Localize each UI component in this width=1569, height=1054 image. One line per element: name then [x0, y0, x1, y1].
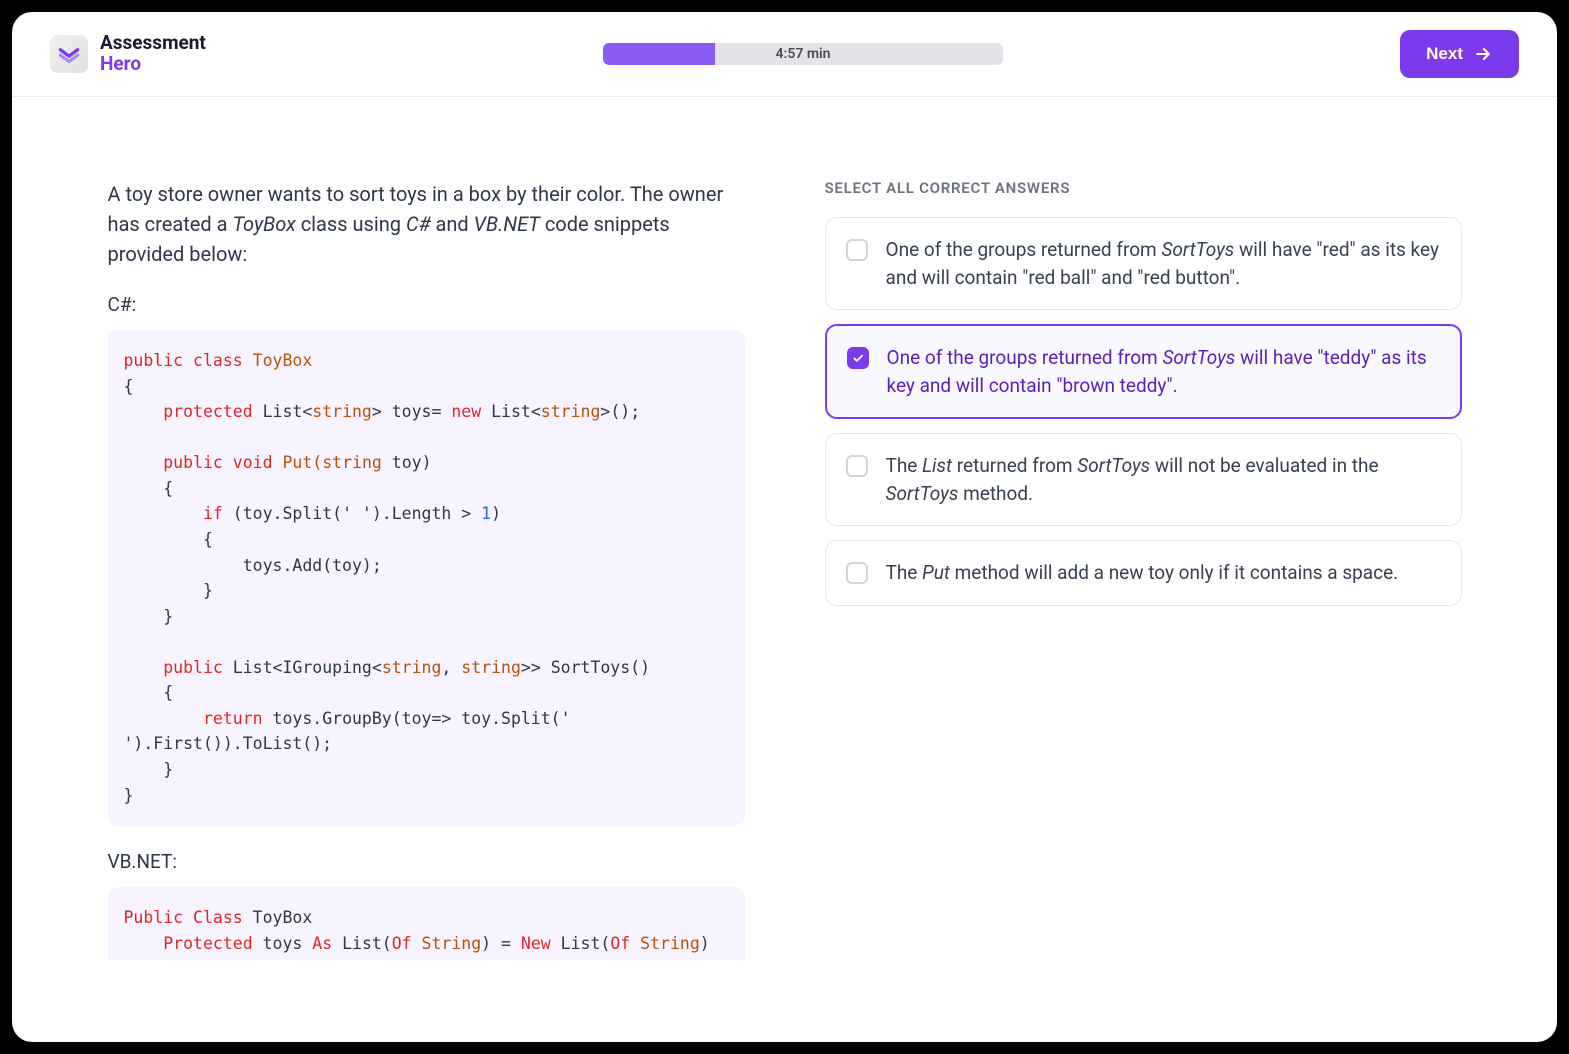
answer-option-3[interactable]: The Put method will add a new toy only i…	[825, 540, 1462, 606]
header: Assessment Hero 4:57 min Next	[12, 12, 1557, 97]
question-text: A toy store owner wants to sort toys in …	[108, 179, 745, 269]
checkbox-icon	[847, 347, 869, 369]
next-button[interactable]: Next	[1400, 30, 1519, 78]
answer-text: One of the groups returned from SortToys…	[887, 344, 1440, 399]
logo-line1: Assessment	[100, 33, 206, 54]
question-panel: A toy store owner wants to sort toys in …	[108, 179, 745, 960]
answer-option-2[interactable]: The List returned from SortToys will not…	[825, 433, 1462, 526]
next-button-label: Next	[1426, 44, 1463, 64]
answer-option-0[interactable]: One of the groups returned from SortToys…	[825, 217, 1462, 310]
question-card: A toy store owner wants to sort toys in …	[60, 137, 1510, 1002]
timer-label: 4:57 min	[776, 46, 831, 62]
content: A toy store owner wants to sort toys in …	[12, 97, 1557, 1042]
app-window: Assessment Hero 4:57 min Next A toy stor…	[12, 12, 1557, 1042]
checkbox-icon	[846, 239, 868, 261]
logo-text: Assessment Hero	[100, 33, 206, 75]
answer-text: One of the groups returned from SortToys…	[886, 236, 1441, 291]
csharp-label: C#:	[108, 293, 745, 316]
progress-fill	[603, 43, 715, 65]
checkbox-icon	[846, 562, 868, 584]
answers-panel: SELECT ALL CORRECT ANSWERS One of the gr…	[825, 179, 1462, 960]
progress-wrap: 4:57 min	[230, 43, 1376, 65]
answer-option-1[interactable]: One of the groups returned from SortToys…	[825, 324, 1462, 419]
checkbox-icon	[846, 455, 868, 477]
vbnet-label: VB.NET:	[108, 850, 745, 873]
answers-heading: SELECT ALL CORRECT ANSWERS	[825, 179, 1462, 197]
logo-icon	[50, 35, 88, 73]
vbnet-code-block: Public Class ToyBox Protected toys As Li…	[108, 887, 745, 960]
logo-line2: Hero	[100, 54, 206, 75]
csharp-code-block: public class ToyBox { protected List<str…	[108, 330, 745, 826]
logo: Assessment Hero	[50, 33, 206, 75]
answer-text: The List returned from SortToys will not…	[886, 452, 1441, 507]
answer-text: The Put method will add a new toy only i…	[886, 559, 1399, 587]
progress-bar: 4:57 min	[603, 43, 1003, 65]
arrow-right-icon	[1473, 44, 1493, 64]
